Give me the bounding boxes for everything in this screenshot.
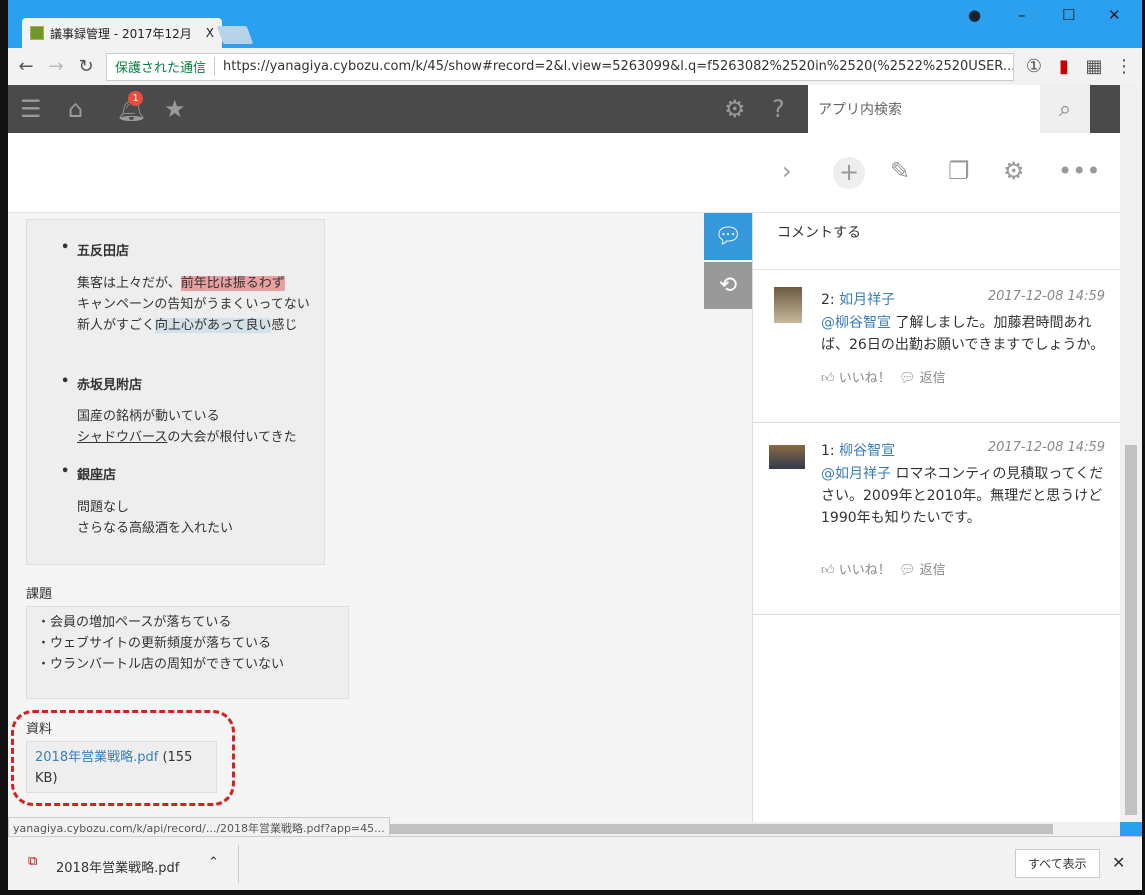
duplicate-icon[interactable]: ❐ — [948, 157, 970, 185]
url-text: https://yanagiya.cybozu.com/k/45/show#re… — [223, 59, 1014, 74]
more-options-icon[interactable]: ••• — [1058, 157, 1100, 185]
close-download-bar-icon[interactable]: ✕ — [1112, 853, 1125, 872]
comment-author[interactable]: 柳谷智宣 — [839, 443, 895, 459]
store-name: 赤坂見附店 — [61, 374, 142, 393]
reload-icon[interactable]: ↻ — [76, 56, 96, 77]
avatar — [769, 445, 805, 469]
comments-tab-icon[interactable]: 💬︎ — [704, 213, 752, 260]
issue-item: ・会員の増加ペースが落ちている — [37, 615, 232, 630]
store-name: 銀座店 — [61, 464, 116, 483]
app-search-input[interactable]: アプリ内検索 — [808, 85, 1040, 133]
download-item[interactable]: 2018年営業戦略.pdf — [56, 857, 179, 876]
comment-timestamp: 2017-12-08 14:59 — [987, 289, 1105, 304]
search-button[interactable]: ⌕ — [1040, 85, 1090, 133]
reply-button[interactable]: 💬︎ 返信 — [899, 371, 946, 386]
next-record-icon[interactable]: › — [782, 157, 792, 185]
reply-button[interactable]: 💬︎ 返信 — [899, 563, 946, 578]
comment-item: 2: 如月祥子 2017-12-08 14:59 @柳谷智宣 了解しました。加藤… — [753, 271, 1121, 423]
browser-window: 議事録管理 - 2017年12月 X ● – ☐ ✕ ← → ↻ 保護された通信 h… — [8, 0, 1142, 890]
new-tab-button[interactable] — [216, 26, 254, 44]
record-toolbar: › + ✎ ❐ ⚙ ••• — [8, 133, 1120, 213]
like-button[interactable]: 👍︎ いいね！ — [821, 563, 891, 578]
minimize-button[interactable]: – — [1018, 6, 1026, 24]
issues-label: 課題 — [26, 587, 53, 602]
pdf-extension-icon[interactable]: ▮ — [1054, 56, 1074, 77]
avatar — [774, 287, 802, 323]
issue-item: ・ウェブサイトの更新頻度が落ちている — [37, 636, 272, 651]
extension-icon[interactable]: ① — [1024, 56, 1044, 77]
download-bar: ⧉ 2018年営業戦略.pdf ⌃ すべて表示 ✕ — [8, 836, 1142, 890]
edit-icon[interactable]: ✎ — [890, 157, 910, 185]
settings-gear-icon[interactable]: ⚙ — [724, 95, 746, 123]
like-button[interactable]: 👍︎ いいね！ — [821, 371, 891, 386]
app-header: ☰ ⌂ 🔔︎ 1 ★ ⚙ ? アプリ内検索 ⌕ — [8, 85, 1142, 133]
store-name: 五反田店 — [61, 240, 129, 259]
history-tab-icon[interactable]: ⟲ — [704, 262, 752, 309]
show-all-downloads-button[interactable]: すべて表示 — [1015, 849, 1100, 878]
highlight-annotation — [11, 710, 235, 806]
comments-panel: コメントする 2: 如月祥子 2017-12-08 14:59 @柳谷智宣 了解… — [752, 213, 1121, 822]
secure-label: 保護された通信 — [115, 57, 216, 76]
store-notes: 問題なし さらなる高級酒を入れたい — [77, 500, 234, 536]
download-options-chevron-icon[interactable]: ⌃ — [208, 855, 219, 870]
address-bar: ← → ↻ 保護された通信 https://yanagiya.cybozu.com… — [8, 48, 1142, 85]
maximize-button[interactable]: ☐ — [1062, 6, 1075, 24]
url-input[interactable]: 保護された通信 https://yanagiya.cybozu.com/k/45/… — [106, 52, 1014, 81]
menu-icon[interactable]: ⋮ — [1114, 56, 1134, 77]
close-window-button[interactable]: ✕ — [1108, 6, 1121, 24]
help-icon[interactable]: ? — [772, 95, 785, 123]
home-icon[interactable]: ⌂ — [68, 95, 83, 123]
comment-item: 1: 柳谷智宣 2017-12-08 14:59 @如月祥子 ロマネコンティの見… — [753, 423, 1121, 615]
grid-extension-icon[interactable]: ▦ — [1084, 56, 1104, 77]
app-favicon-icon — [30, 26, 44, 40]
tab-close-button[interactable]: X — [206, 26, 214, 40]
comment-author[interactable]: 如月祥子 — [839, 292, 895, 308]
add-record-button[interactable]: + — [833, 157, 865, 189]
store-notes: 集客は上々だが、前年比は振るわず キャンペーンの告知がうまくいってない 新人がす… — [77, 276, 310, 333]
store-notes: 国産の銘柄が動いている シャドウバースの大会が根付いてきた — [77, 409, 297, 445]
issue-item: ・ウランバートル店の周知ができていない — [37, 657, 285, 672]
comment-timestamp: 2017-12-08 14:59 — [987, 440, 1105, 455]
highlight-red: 前年比は振るわず — [180, 276, 285, 291]
tab-title: 議事録管理 - 2017年12月 — [50, 26, 192, 41]
vertical-scrollbar[interactable] — [1120, 85, 1142, 822]
profile-icon[interactable]: ● — [968, 6, 981, 24]
comment-input[interactable]: コメントする — [753, 213, 1120, 270]
comment-text: @柳谷智宣 了解しました。加藤君時間あれば、26日の出勤お願いできますでしょうか… — [821, 315, 1105, 353]
issues-box: ・会員の増加ペースが落ちている ・ウェブサイトの更新頻度が落ちている ・ウランバ… — [26, 606, 349, 699]
store-report-box: 五反田店 集客は上々だが、前年比は振るわず キャンペーンの告知がうまくいってない… — [26, 219, 325, 565]
settings-icon[interactable]: ⚙ — [1003, 157, 1025, 185]
notification-badge: 1 — [128, 91, 143, 106]
hamburger-menu-icon[interactable]: ☰ — [20, 95, 42, 123]
back-icon[interactable]: ← — [16, 56, 36, 77]
pdf-file-icon: ⧉ — [28, 854, 38, 869]
forward-icon[interactable]: → — [46, 56, 66, 77]
highlight-blue: 向上心があって良い — [155, 318, 272, 333]
favorites-star-icon[interactable]: ★ — [164, 95, 186, 123]
comment-text: @如月祥子 ロマネコンティの見積取ってください。2009年と2010年。無理だと… — [821, 466, 1104, 526]
browser-tab[interactable]: 議事録管理 - 2017年12月 X — [22, 18, 222, 48]
